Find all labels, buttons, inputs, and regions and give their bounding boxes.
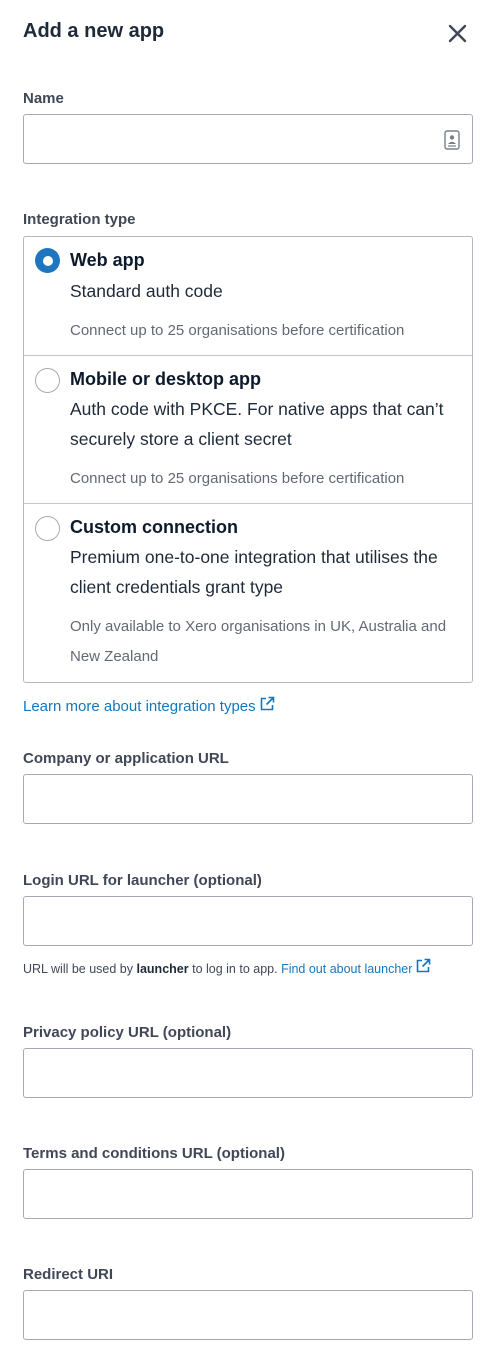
redirect-uri-input[interactable] bbox=[23, 1290, 473, 1340]
find-out-about-launcher-link[interactable]: Find out about launcher bbox=[281, 958, 431, 976]
privacy-url-label: Privacy policy URL (optional) bbox=[23, 1024, 232, 1041]
contact-card-icon[interactable] bbox=[444, 130, 460, 150]
login-url-input[interactable] bbox=[23, 896, 473, 946]
privacy-url-input[interactable] bbox=[23, 1048, 473, 1098]
external-link-icon bbox=[417, 958, 431, 973]
radio-button-web-app[interactable] bbox=[35, 248, 60, 273]
company-url-label: Company or application URL bbox=[23, 750, 229, 767]
option-title: Mobile or desktop app bbox=[70, 369, 262, 389]
radio-option-custom-connection[interactable]: Custom connection Premium one-to-one int… bbox=[24, 503, 472, 682]
radio-button-mobile-desktop[interactable] bbox=[35, 368, 60, 393]
option-note: Connect up to 25 organisations before ce… bbox=[70, 470, 405, 487]
login-url-label: Login URL for launcher (optional) bbox=[23, 872, 262, 889]
option-note: Connect up to 25 organisations before ce… bbox=[70, 322, 405, 339]
option-description: Auth code with PKCE. For native apps tha… bbox=[70, 399, 444, 449]
option-description: Premium one-to-one integration that util… bbox=[70, 547, 438, 597]
launcher-help-prefix: URL will be used by bbox=[23, 962, 134, 976]
launcher-help-text: URL will be used by launcher to log in t… bbox=[23, 958, 431, 976]
option-title: Custom connection bbox=[70, 517, 239, 537]
close-icon[interactable] bbox=[447, 23, 468, 44]
radio-option-mobile-desktop[interactable]: Mobile or desktop app Auth code with PKC… bbox=[24, 355, 472, 503]
radio-option-web-app[interactable]: Web app Standard auth code Connect up to… bbox=[24, 237, 472, 355]
launcher-help-suffix: to log in to app. bbox=[192, 962, 278, 976]
dialog-title: Add a new app bbox=[23, 20, 165, 42]
terms-url-label: Terms and conditions URL (optional) bbox=[23, 1145, 285, 1162]
launcher-link-text: Find out about launcher bbox=[281, 962, 413, 976]
company-url-input[interactable] bbox=[23, 774, 473, 824]
learn-more-text: Learn more about integration types bbox=[23, 698, 256, 715]
terms-url-input[interactable] bbox=[23, 1169, 473, 1219]
launcher-help-bold: launcher bbox=[136, 962, 189, 976]
option-title: Web app bbox=[70, 250, 145, 270]
radio-button-custom-connection[interactable] bbox=[35, 516, 60, 541]
name-label: Name bbox=[23, 90, 64, 107]
redirect-uri-label: Redirect URI bbox=[23, 1266, 114, 1283]
integration-type-radio-group: Web app Standard auth code Connect up to… bbox=[23, 236, 473, 683]
learn-more-integration-types-link[interactable]: Learn more about integration types bbox=[23, 696, 275, 715]
integration-type-label: Integration type bbox=[23, 211, 136, 228]
option-note: Only available to Xero organisations in … bbox=[70, 618, 447, 665]
external-link-icon bbox=[260, 696, 274, 711]
option-description: Standard auth code bbox=[70, 281, 223, 301]
name-input[interactable] bbox=[23, 114, 473, 164]
